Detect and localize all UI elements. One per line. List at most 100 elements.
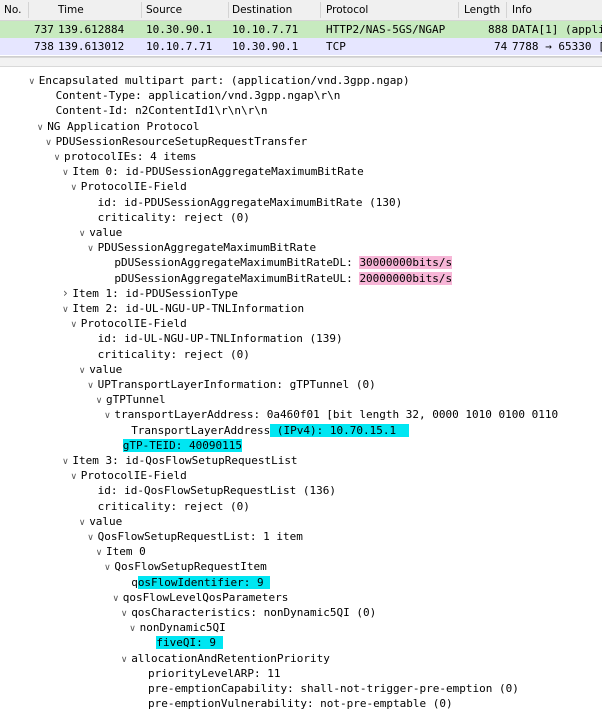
cell-info: DATA[1] (applic [512,23,602,36]
tree-node-label: gTPTunnel [106,393,166,407]
cell-source: 10.30.90.1 [146,23,213,36]
tree-node[interactable]: pre-emptionCapability: shall-not-trigger… [134,681,519,696]
packet-row-selected[interactable]: 737 139.612884 10.30.90.1 10.10.7.71 HTT… [0,21,602,38]
cell-length: 74 [494,40,508,53]
tree-node-label: QosFlowSetupRequestList: 1 item [97,530,303,543]
tree-node[interactable]: ∨ Item 0: id-PDUSessionAggregateMaximumBi… [58,164,364,179]
packet-details-tree[interactable]: ∨ Encapsulated multipart part: (applicati… [0,66,602,716]
highlighted-value: fiveQI: 9 [156,636,223,650]
packet-row[interactable]: 738 139.613012 10.10.7.71 10.30.90.1 TCP… [0,38,602,55]
tree-node[interactable]: ∨ ProtocolIE-Field [67,468,187,483]
col-source[interactable]: Source [146,4,182,16]
col-no[interactable]: No. [4,4,21,16]
highlighted-value: 20000000bits/s [359,271,453,285]
tree-node[interactable]: id: id-PDUSessionAggregateMaximumBitRate… [84,195,403,210]
tree-node-label: UPTransportLayerInformation: gTPTunnel (… [97,378,376,391]
tree-node[interactable]: ∨ value [75,225,122,240]
tree-node-label: id: id-PDUSessionAggregateMaximumBitRate… [97,195,403,209]
tree-node-label: Item 0: id-PDUSessionAggregateMaximumBit… [72,165,364,179]
tree-node-label: criticality: reject (0) [97,499,250,513]
col-time[interactable]: Time [58,4,84,16]
tree-node[interactable]: ∨ value [75,514,122,529]
expand-chevron-icon[interactable]: ∨ [84,242,98,257]
cell-info: 7788 → 65330 [ [512,40,602,53]
cell-time: 139.613012 [58,40,125,53]
tree-node[interactable]: ∨ Encapsulated multipart part: (applicati… [25,73,410,88]
tree-node[interactable]: criticality: reject (0) [84,210,250,225]
tree-node-label: pre-emptionCapability: shall-not-trigger… [148,682,519,695]
tree-node-label: ProtocolIE-Field [80,180,187,194]
tree-node-label: Item 1: id-PDUSessionType [72,286,238,300]
cell-length: 888 [488,23,508,36]
tree-node[interactable]: ∨ Item 0 [92,544,146,559]
packet-list[interactable]: No. Time Source Destination Protocol Len… [0,0,602,57]
tree-node[interactable]: › Item 1: id-PDUSessionType [58,286,238,301]
tree-node[interactable]: ∨ PDUSessionResourceSetupRequestTransfer [42,134,307,149]
expand-chevron-icon[interactable]: ∨ [67,470,81,485]
tree-node[interactable]: pDUSessionAggregateMaximumBitRateUL: 200… [100,271,453,286]
tree-node[interactable]: fiveQI: 9 [142,635,223,650]
tree-node-label: qosCharacteristics: nonDynamic5QI (0) [131,606,377,619]
expand-chevron-icon[interactable]: ∨ [126,622,140,637]
tree-node[interactable]: ∨ UPTransportLayerInformation: gTPTunnel … [84,377,376,392]
tree-node[interactable]: ∨ QosFlowSetupRequestItem [100,559,267,576]
tree-node[interactable]: ∨ PDUSessionAggregateMaximumBitRate [84,240,317,257]
col-length[interactable]: Length [464,4,500,16]
col-destination[interactable]: Destination [232,4,292,16]
tree-node-label: ProtocolIE-Field [80,469,187,483]
tree-node-label: qosFlowLevelQosParameters [122,590,289,604]
tree-node[interactable]: priorityLevelARP: 11 [134,666,280,681]
col-protocol[interactable]: Protocol [326,4,368,16]
col-info[interactable]: Info [512,4,532,16]
expand-chevron-icon[interactable]: ∨ [100,409,114,424]
expand-chevron-icon[interactable]: ∨ [67,318,81,333]
tree-node[interactable]: TransportLayerAddress (IPv4): 10.70.15.1 [117,423,410,438]
tree-node[interactable]: id: id-UL-NGU-UP-TNLInformation (139) [84,331,343,346]
cell-time: 139.612884 [58,23,125,36]
tree-node[interactable]: ∨ transportLayerAddress: 0a460f01 [bit le… [100,407,558,422]
tree-node-label: nonDynamic5QI [139,621,226,635]
tree-node-label: Content-Id: n2ContentId1\r\n\r\n [55,104,268,118]
tree-node[interactable]: ∨ protocolIEs: 4 items [50,149,197,164]
tree-node[interactable]: gTP-TEID: 40090115 [109,438,243,453]
tree-node[interactable]: ∨ qosFlowLevelQosParameters [109,590,289,605]
expand-chevron-icon[interactable]: ∨ [100,561,114,576]
tree-node[interactable]: ∨ Item 2: id-UL-NGU-UP-TNLInformation [58,301,304,316]
tree-node[interactable]: Content-Id: n2ContentId1\r\n\r\n [42,103,268,118]
tree-node[interactable]: id: id-QosFlowSetupRequestList (136) [84,483,336,498]
tree-node[interactable]: Content-Type: application/vnd.3gpp.ngap\… [42,88,341,103]
tree-node[interactable]: ∨ NG Application Protocol [33,119,200,134]
tree-node[interactable]: ∨ ProtocolIE-Field [67,179,187,194]
tree-node-label: pDUSessionAggregateMaximumBitRateUL: [114,271,360,285]
cell-no: 738 [34,40,54,53]
expand-chevron-icon[interactable]: ∨ [25,75,39,90]
expand-chevron-icon[interactable]: ∨ [117,653,131,668]
tree-node-label: protocolIEs: 4 items [64,150,197,163]
tree-node[interactable]: pDUSessionAggregateMaximumBitRateDL: 300… [100,255,453,270]
tree-node[interactable]: ∨ Item 3: id-QosFlowSetupRequestList [58,453,297,468]
tree-node-label: PDUSessionAggregateMaximumBitRate [97,241,317,255]
tree-node[interactable]: criticality: reject (0) [84,499,250,514]
cell-destination: 10.30.90.1 [232,40,299,53]
tree-node[interactable]: ∨ gTPTunnel [92,392,166,407]
tree-node[interactable]: ∨ qosCharacteristics: nonDynamic5QI (0) [117,605,376,620]
tree-node[interactable]: ∨ ProtocolIE-Field [67,316,187,331]
collapsed-chevron-icon[interactable]: › [58,286,72,301]
tree-node-label: value [89,514,123,528]
tree-node[interactable]: qosFlowIdentifier: 9 [117,575,271,590]
tree-node-label: criticality: reject (0) [97,347,250,361]
tree-node[interactable]: ∨ nonDynamic5QI [126,620,226,637]
tree-node[interactable]: pre-emptionVulnerability: not-pre-emptab… [134,696,453,711]
cell-protocol: HTTP2/NAS-5GS/NGAP [326,23,446,36]
tree-node-label: Item 0 [106,545,146,559]
cell-no: 737 [34,23,54,36]
tree-node[interactable]: ∨ allocationAndRetentionPriority [117,651,330,666]
tree-node-label: q [131,575,138,589]
expand-chevron-icon[interactable]: ∨ [67,181,81,196]
tree-node-label: NG Application Protocol [47,119,200,133]
tree-node-label: allocationAndRetentionPriority [131,651,330,665]
tree-node[interactable]: ∨ value [75,362,122,377]
tree-node[interactable]: criticality: reject (0) [84,347,250,362]
cell-protocol: TCP [326,40,346,53]
tree-node[interactable]: ∨ QosFlowSetupRequestList: 1 item [84,529,303,544]
